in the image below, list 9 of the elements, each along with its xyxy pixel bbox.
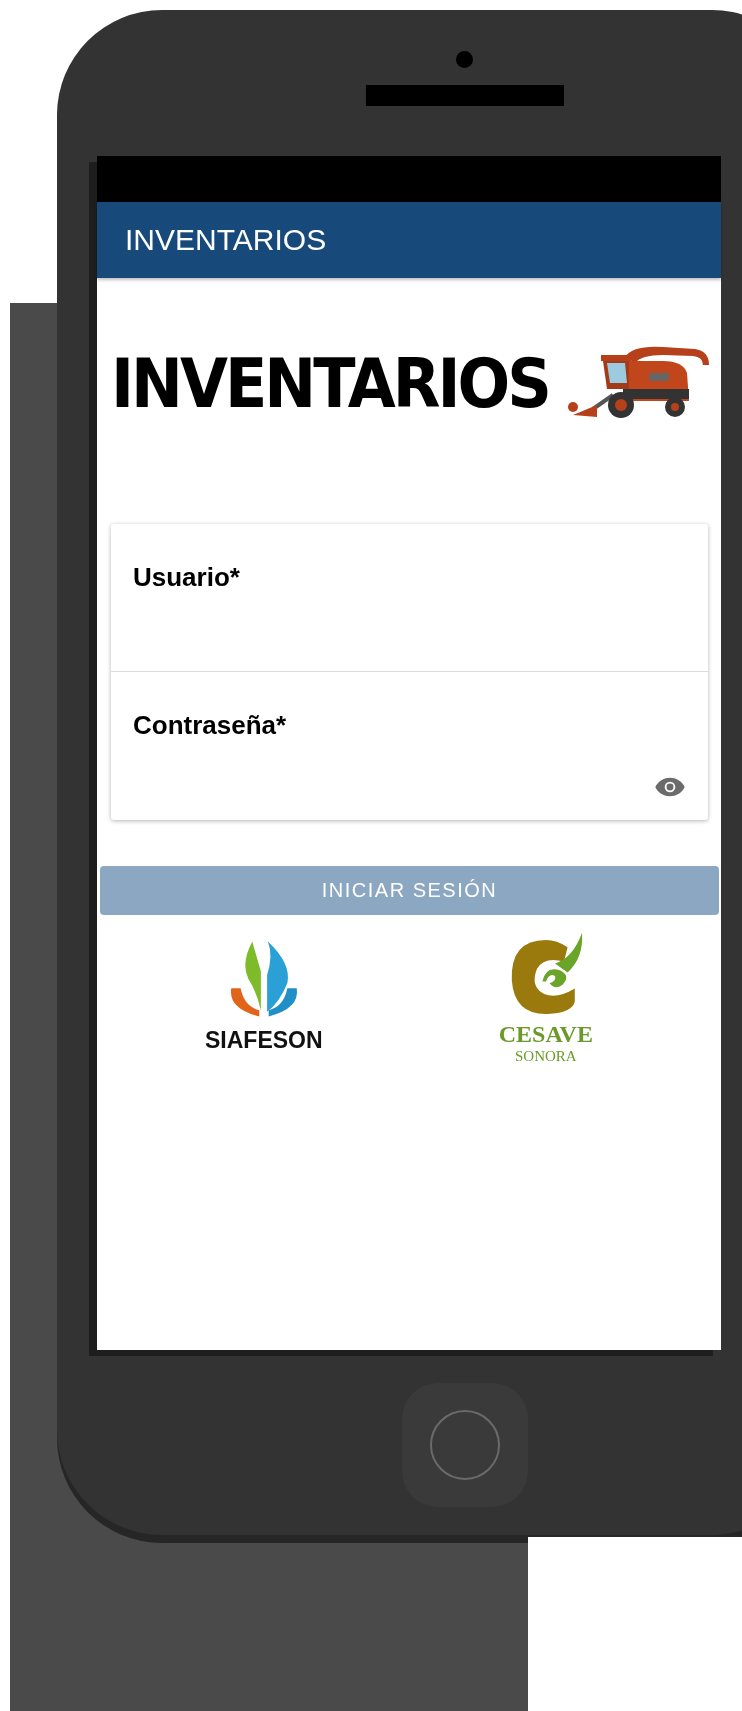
banner-title: INVENTARIOS <box>111 342 549 424</box>
logo-subtitle: SONORA <box>514 1048 577 1065</box>
app-title: INVENTARIOS <box>125 223 327 257</box>
input-field[interactable]: Contraseña* <box>111 672 708 820</box>
input-field[interactable]: Usuario* <box>111 524 708 672</box>
eye-icon[interactable] <box>654 776 686 798</box>
camera-dot <box>456 51 473 68</box>
logo-wordmark: SIAFESON <box>205 1027 323 1054</box>
logo-wordmark: CESAVE <box>498 1021 593 1048</box>
